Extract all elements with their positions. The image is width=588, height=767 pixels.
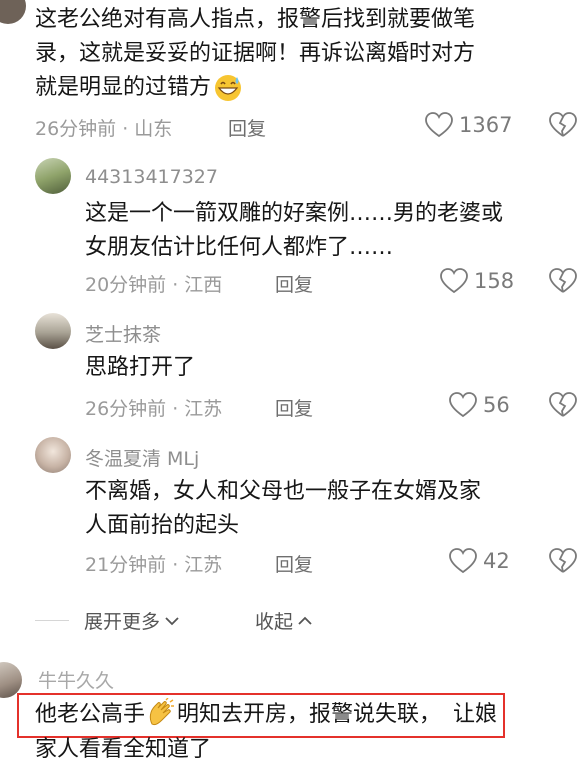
heart-outline-icon	[440, 268, 468, 294]
comment-text: 他老公高手	[35, 702, 146, 727]
comment-text: 让娘	[453, 702, 498, 727]
clapping-hands-emoji-icon	[146, 697, 176, 732]
grinning-sweat-emoji-icon	[213, 73, 243, 107]
avatar[interactable]	[35, 158, 71, 194]
broken-heart-icon	[549, 548, 577, 573]
heart-outline-icon	[449, 392, 477, 418]
broken-heart-icon	[549, 112, 577, 137]
broken-heart-icon	[549, 268, 577, 293]
comment-text: 女朋友估计比任何人都炸了……	[85, 235, 394, 260]
comment-text: 就是明显的过错方	[35, 75, 212, 100]
dislike-button[interactable]	[549, 112, 577, 142]
dislike-button[interactable]	[549, 392, 577, 422]
comment-text: 明知去开房，报警说失联，	[177, 702, 442, 727]
like-count: 158	[474, 269, 515, 293]
thread-divider	[35, 620, 69, 621]
comment-time-location: 26分钟前 · 江苏	[85, 398, 223, 420]
chevron-up-icon	[298, 616, 312, 625]
avatar[interactable]	[35, 437, 71, 473]
like-count: 42	[483, 549, 510, 573]
dislike-button[interactable]	[549, 548, 577, 578]
like-count: 1367	[459, 113, 513, 137]
heart-outline-icon	[425, 112, 453, 138]
comment-text-line: 就是明显的过错方	[35, 71, 243, 105]
reply-button[interactable]: 回复	[275, 394, 313, 421]
comment-text: 人面前抬的起头	[85, 513, 240, 538]
reply-button[interactable]: 回复	[275, 550, 313, 577]
comment-username[interactable]: 牛牛久久	[38, 666, 114, 693]
like-button[interactable]: 42	[449, 548, 510, 574]
collapse-button[interactable]: 收起	[255, 607, 313, 634]
like-count: 56	[483, 393, 510, 417]
reply-button[interactable]: 回复	[228, 114, 266, 141]
broken-heart-icon	[549, 392, 577, 417]
comment-text: 思路打开了	[85, 355, 196, 380]
comment-text-line: 他老公高手 明知去开房，报警说失联， 让娘	[35, 697, 498, 732]
comment-time-location: 21分钟前 · 江苏	[85, 554, 223, 576]
dislike-button[interactable]	[549, 268, 577, 298]
expand-more-label: 展开更多	[84, 611, 161, 633]
heart-outline-icon	[449, 548, 477, 574]
reply-button[interactable]: 回复	[275, 270, 313, 297]
like-button[interactable]: 1367	[425, 112, 512, 138]
chevron-down-icon	[165, 616, 179, 625]
comment-text: 录，这就是妥妥的证据啊！再诉讼离婚时对方	[35, 41, 476, 66]
comment-time-location: 26分钟前 · 山东	[35, 118, 173, 140]
comment-text: 这是一个一箭双雕的好案例……男的老婆或	[85, 201, 504, 226]
comment-username[interactable]: 冬温夏清 MLj	[85, 444, 199, 471]
like-button[interactable]: 56	[449, 392, 510, 418]
comment-time-location: 20分钟前 · 江西	[85, 274, 223, 296]
comment-text: 这老公绝对有高人指点，报警后找到就要做笔	[35, 7, 476, 32]
comment-text: 不离婚，女人和父母也一般子在女婿及家	[85, 479, 482, 504]
collapse-label: 收起	[255, 611, 294, 633]
avatar[interactable]	[35, 313, 71, 349]
like-button[interactable]: 158	[440, 268, 514, 294]
avatar[interactable]	[0, 0, 26, 24]
comment-username[interactable]: 44313417327	[85, 166, 218, 188]
comment-text: 家人看看全知道了	[35, 737, 212, 762]
comment-username[interactable]: 芝士抹茶	[85, 320, 161, 347]
expand-more-button[interactable]: 展开更多	[84, 607, 180, 634]
